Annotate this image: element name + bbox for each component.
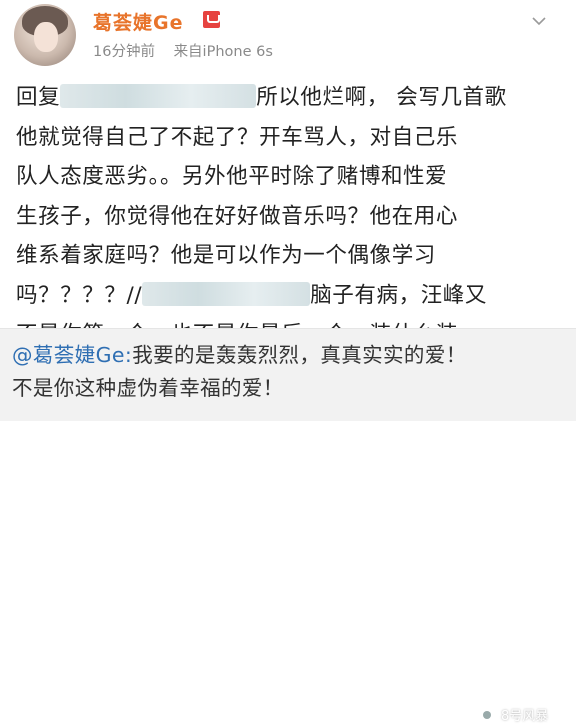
post-header: 葛荟婕Ge 16分钟前 来自iPhone 6s xyxy=(0,0,576,70)
avatar-face xyxy=(34,22,58,52)
quoted-text: 我要的是轰轰烈烈，真真实实的爱！ xyxy=(132,343,467,367)
mention-link[interactable]: @葛荟婕Ge: xyxy=(12,343,132,367)
post-line-text: 所以他烂啊， 会写几首歌 xyxy=(256,85,507,110)
blurred-username xyxy=(60,84,257,108)
post-line-text: 脑子有病，汪峰又 xyxy=(310,282,488,308)
quoted-line-1: @葛荟婕Ge:我要的是轰轰烈烈，真真实实的爱！ xyxy=(12,339,467,372)
chevron-down-icon[interactable] xyxy=(532,14,546,28)
avatar[interactable] xyxy=(14,4,76,66)
post-line: 吗？？？？// 脑子有病，汪峰又 xyxy=(16,276,564,316)
quoted-post-text: @葛荟婕Ge:我要的是轰轰烈烈，真真实实的爱！ 不是你这种虚伪着幸福的爱！ xyxy=(12,339,467,405)
reply-prefix: 回复 xyxy=(16,85,61,110)
post-line-prefix: 吗？？？？// xyxy=(16,282,143,308)
post-time: 16分钟前 xyxy=(93,44,155,60)
watermark-text: 8号风暴 xyxy=(501,709,549,724)
username[interactable]: 葛荟婕Ge xyxy=(93,8,183,35)
post-line: 回复 所以他烂啊， 会写几首歌 xyxy=(16,78,564,118)
post-line: 他就觉得自己了不起了？开车骂人，对自己乐 xyxy=(16,124,459,150)
vip-badge-icon xyxy=(203,11,220,28)
watermark: 8号风暴 xyxy=(478,705,548,724)
quoted-post[interactable]: @葛荟婕Ge:我要的是轰轰烈烈，真真实实的爱！ 不是你这种虚伪着幸福的爱！ 8号… xyxy=(0,329,576,724)
post-meta: 16分钟前 来自iPhone 6s xyxy=(93,40,287,61)
quoted-line-2: 不是你这种虚伪着幸福的爱！ xyxy=(12,376,284,400)
wechat-logo-icon xyxy=(478,705,496,724)
post-line: 生孩子，你觉得他在好好做音乐吗？他在用心 xyxy=(16,203,459,229)
post-line: 维系着家庭吗？他是可以作为一个偶像学习 xyxy=(16,243,436,268)
post-source: 来自iPhone 6s xyxy=(173,44,273,60)
post-line: 队人态度恶劣。。另外他平时除了赌博和性爱 xyxy=(16,164,448,189)
blurred-username xyxy=(142,281,311,306)
post-body: 回复 所以他烂啊， 会写几首歌 他就觉得自己了不起了？开车骂人，对自己乐 队人态度… xyxy=(16,78,564,355)
